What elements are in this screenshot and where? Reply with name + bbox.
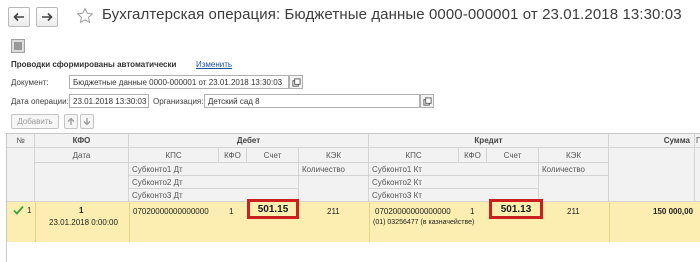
arrow-up-icon [67, 117, 75, 125]
record-square-icon[interactable] [11, 39, 25, 53]
move-down-button[interactable] [80, 114, 94, 129]
header-kt-spacer [539, 176, 609, 202]
row-kfo: 1 [79, 206, 84, 215]
header-kt-account[interactable]: Счет [487, 148, 539, 163]
document-field[interactable]: Бюджетные данные 0000-000001 от 23.01.20… [69, 75, 289, 89]
organization-label: Организация: [153, 97, 204, 106]
arrow-left-icon [13, 12, 24, 22]
document-open-button[interactable] [289, 75, 303, 89]
window-title: Бухгалтерская операция: Бюджетные данные… [102, 6, 682, 23]
header-debit: Дебет [129, 134, 369, 148]
checkmark-icon [13, 205, 24, 215]
operation-date-label: Дата операции: [11, 97, 69, 106]
move-up-button[interactable] [64, 114, 78, 129]
operation-date-field[interactable]: 23.01.2018 13:30:03 [69, 94, 149, 108]
row-dt-kfo: 1 [229, 207, 234, 216]
row-date: 23.01.2018 0:00:00 [49, 218, 118, 227]
header-kt-kfo[interactable]: КФО [459, 148, 487, 163]
header-num-spacer [7, 148, 35, 202]
header-dt-spacer [299, 176, 369, 202]
header-num[interactable]: № [7, 134, 35, 148]
forward-button[interactable] [36, 7, 58, 27]
header-kfo[interactable]: КФО [35, 134, 129, 148]
header-sum[interactable]: Сумма [609, 134, 695, 148]
header-dt-account[interactable]: Счет [247, 148, 299, 163]
back-button[interactable] [8, 7, 30, 27]
header-dt-kek[interactable]: КЭК [299, 148, 369, 163]
header-dt-kfo[interactable]: КФО [219, 148, 247, 163]
row-kt-kps: 07020000000000000 [375, 207, 451, 216]
arrow-right-icon [42, 12, 53, 22]
favorite-star-icon[interactable] [76, 7, 94, 25]
postings-table: № КФО Дебет Кредит Сумма Г Дата КПС КФО … [6, 133, 700, 262]
row-dt-kps: 07020000000000000 [133, 207, 209, 216]
header-date[interactable]: Дата [35, 148, 129, 163]
header-kt-kps[interactable]: КПС [369, 148, 459, 163]
row-sum: 150 000,00 [653, 207, 694, 216]
add-button[interactable]: Добавить [11, 114, 59, 129]
header-sub2-kt[interactable]: Субконто2 Кт [369, 176, 539, 189]
open-window-icon [291, 77, 301, 87]
header-sum-spacer [609, 148, 695, 202]
row-dt-kek: 211 [327, 207, 340, 216]
change-link[interactable]: Изменить [196, 60, 232, 69]
header-credit: Кредит [369, 134, 609, 148]
header-dt-quantity[interactable]: Количество [299, 163, 369, 176]
row-dt-account[interactable]: 501.15 [247, 199, 299, 219]
row-kt-account[interactable]: 501.13 [489, 199, 543, 219]
open-window-icon [422, 96, 432, 106]
row-kt-kek: 211 [567, 207, 580, 216]
postings-status-label: Проводки сформированы автоматически [11, 60, 177, 69]
header-sub2-dt[interactable]: Субконто2 Дт [129, 176, 299, 189]
organization-open-button[interactable] [420, 94, 434, 108]
header-kt-quantity[interactable]: Количество [539, 163, 609, 176]
header-extra-spacer [695, 148, 700, 202]
row-kt-kfo: 1 [470, 207, 475, 216]
header-extra: Г [695, 134, 700, 148]
header-sub1-kt[interactable]: Субконто1 Кт [369, 163, 539, 176]
document-label: Документ: [11, 78, 49, 87]
header-kt-kek[interactable]: КЭК [539, 148, 609, 163]
header-sub1-dt[interactable]: Субконто1 Дт [129, 163, 299, 176]
organization-field[interactable]: Детский сад 8 [204, 94, 420, 108]
row-kt-subconto1: (01) 03256477 (в казначействе) [373, 219, 475, 226]
row-num: 1 [27, 206, 32, 215]
header-kfo-spacer [35, 163, 129, 202]
header-dt-kps[interactable]: КПС [129, 148, 219, 163]
arrow-down-icon [83, 118, 91, 126]
